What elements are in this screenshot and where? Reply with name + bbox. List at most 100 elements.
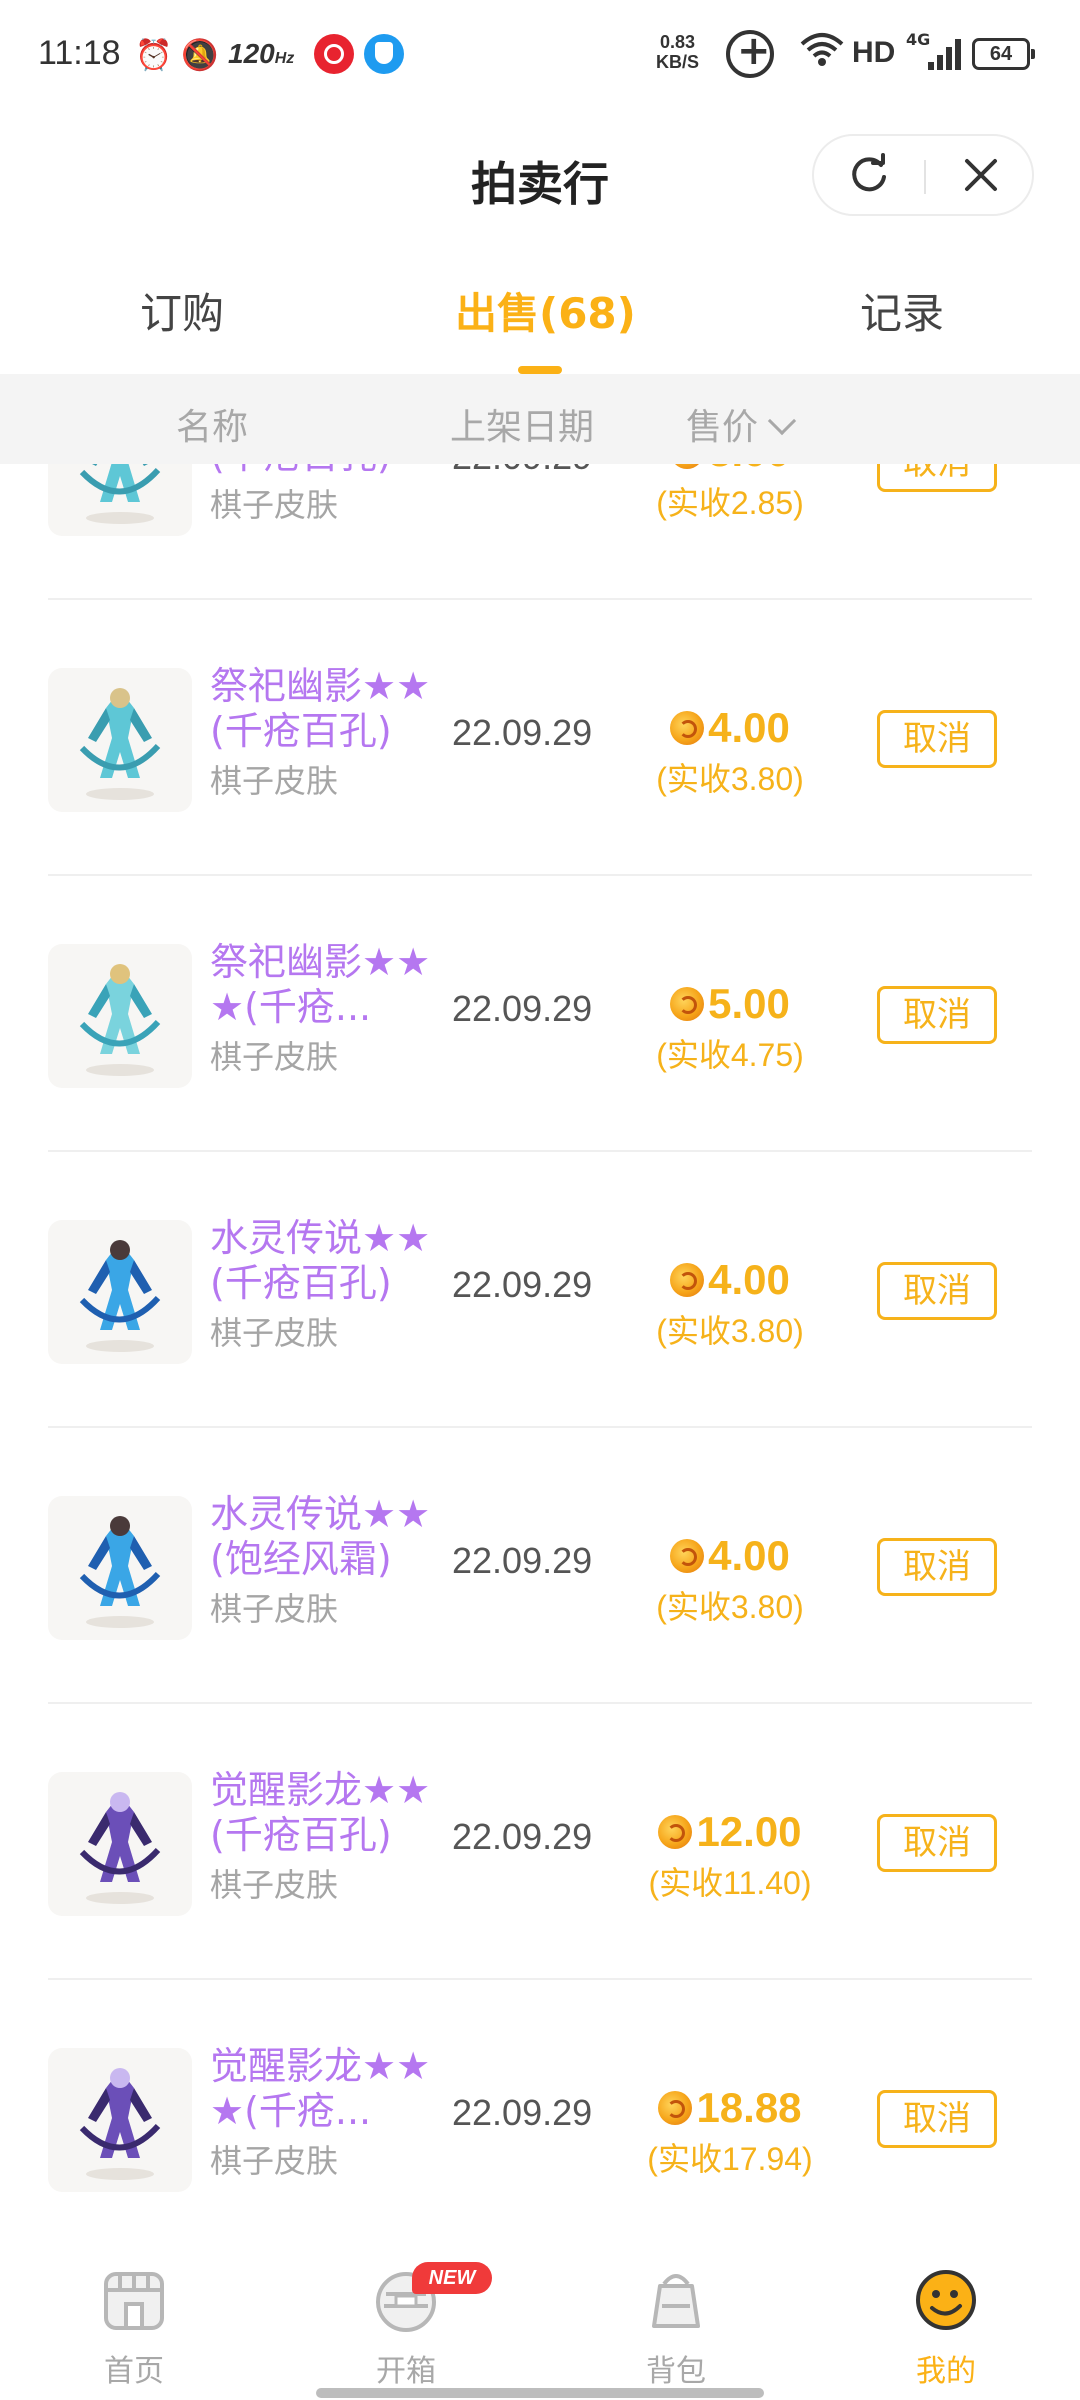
mini-program-capsule	[812, 134, 1034, 216]
cancel-listing-button[interactable]: 取消	[877, 710, 997, 768]
item-thumbnail[interactable]	[48, 1772, 192, 1916]
item-category: 棋子皮肤	[210, 2142, 339, 2180]
item-price-value: 4.00	[708, 1256, 790, 1303]
coin-icon	[670, 987, 705, 1021]
listing-row[interactable]: 祭祀幽影★★(千疮百孔) 棋子皮肤 22.09.29 3.00 (实收2.85) 取消	[0, 464, 1080, 600]
item-name[interactable]: 祭祀幽影★★(千疮百孔)	[210, 464, 446, 478]
item-thumbnail[interactable]	[48, 2048, 192, 2192]
item-thumbnail[interactable]	[48, 1220, 192, 1364]
item-price-block: 4.00 (实收3.80)	[620, 704, 840, 800]
cancel-listing-button[interactable]: 取消	[877, 1262, 997, 1320]
network-type: HD	[852, 36, 896, 69]
column-price-sort[interactable]: 售价	[686, 398, 797, 450]
item-net-amount: (实收4.75)	[656, 1037, 804, 1073]
item-listed-date: 22.09.29	[452, 988, 593, 1029]
item-net-amount: (实收17.94)	[647, 2141, 813, 2177]
item-name[interactable]: 祭祀幽影★★★(千疮...	[210, 940, 446, 1030]
item-thumbnail[interactable]	[48, 464, 192, 536]
item-category: 棋子皮肤	[210, 1590, 339, 1628]
item-category: 棋子皮肤	[210, 1038, 339, 1076]
item-category: 棋子皮肤	[210, 762, 339, 800]
close-button[interactable]	[926, 136, 1036, 214]
item-price-block: 5.00 (实收4.75)	[620, 980, 840, 1076]
tab-order[interactable]: 订购	[140, 280, 224, 341]
coin-icon	[670, 1539, 705, 1573]
listing-row[interactable]: 水灵传说★★(饱经风霜) 棋子皮肤 22.09.29 4.00 (实收3.80) 取消	[0, 1428, 1080, 1704]
coin-icon	[658, 1815, 693, 1849]
item-price-value: 5.00	[708, 980, 790, 1027]
item-price: 4.00	[670, 1256, 790, 1304]
nav-home-label: 首页	[104, 2354, 164, 2389]
network-generation: 4G	[906, 30, 931, 49]
listing-list[interactable]: 祭祀幽影★★(千疮百孔)棋子皮肤22.09.293.00(实收2.85)取消祭祀…	[0, 464, 1080, 2224]
item-net-amount: (实收11.40)	[648, 1865, 812, 1901]
status-time: 11:18	[38, 34, 121, 72]
listing-row[interactable]: 觉醒影龙★★★(千疮... 棋子皮肤 22.09.29 18.88 (实收17.94) 取…	[0, 1980, 1080, 2224]
cancel-listing-button[interactable]: 取消	[877, 2090, 997, 2148]
cancel-listing-button[interactable]: 取消	[877, 464, 997, 492]
item-category: 棋子皮肤	[210, 1866, 339, 1904]
item-price-block: 3.00 (实收2.85)	[620, 464, 840, 524]
item-category: 棋子皮肤	[210, 1314, 339, 1352]
item-category: 棋子皮肤	[210, 486, 339, 524]
nav-open-box-label: 开箱	[376, 2354, 436, 2389]
cancel-listing-button[interactable]: 取消	[877, 1538, 997, 1596]
listing-row[interactable]: 觉醒影龙★★(千疮百孔) 棋子皮肤 22.09.29 12.00 (实收11.40) 取消	[0, 1704, 1080, 1980]
bottom-nav: 首页 开箱 背包 我的	[0, 2224, 1080, 2400]
app-notification-icon	[314, 34, 354, 74]
item-price-value: 4.00	[708, 1532, 790, 1579]
tab-record[interactable]: 记录	[860, 280, 944, 341]
refresh-icon	[852, 153, 886, 192]
item-listed-date: 22.09.29	[452, 1816, 593, 1857]
listing-row[interactable]: 水灵传说★★(千疮百孔) 棋子皮肤 22.09.29 4.00 (实收3.80) 取消	[0, 1152, 1080, 1428]
item-thumbnail[interactable]	[48, 1496, 192, 1640]
listing-row[interactable]: 祭祀幽影★★(千疮百孔) 棋子皮肤 22.09.29 4.00 (实收3.80) 取消	[0, 600, 1080, 876]
coin-icon	[670, 464, 705, 469]
status-bar: 11:18 ⏰ 🔕 120Hz 0.83KB/S HD 4G 64	[0, 0, 1080, 110]
cancel-listing-button[interactable]: 取消	[877, 1814, 997, 1872]
tab-sell[interactable]: 出售(68)	[455, 280, 636, 341]
item-price-value: 4.00	[708, 704, 790, 751]
smiley-icon	[916, 2270, 976, 2330]
tab-bar: 订购 出售(68) 记录	[0, 270, 1080, 374]
alarm-icon: ⏰	[135, 38, 173, 73]
signal-icon	[928, 38, 962, 70]
new-badge: NEW	[412, 2262, 492, 2294]
close-icon	[965, 159, 997, 191]
item-listed-date: 22.09.29	[452, 712, 593, 753]
active-tab-indicator	[518, 366, 562, 374]
cancel-listing-button[interactable]: 取消	[877, 986, 997, 1044]
item-listed-date: 22.09.29	[452, 1540, 593, 1581]
item-thumbnail[interactable]	[48, 668, 192, 812]
item-price-block: 18.88 (实收17.94)	[620, 2084, 840, 2180]
item-name[interactable]: 觉醒影龙★★(千疮百孔)	[210, 1768, 446, 1858]
nav-home[interactable]: 首页	[64, 2264, 204, 2390]
refresh-rate: 120Hz	[228, 38, 295, 69]
item-name[interactable]: 水灵传说★★(饱经风霜)	[210, 1492, 446, 1582]
column-date: 上架日期	[450, 407, 595, 448]
item-name[interactable]: 水灵传说★★(千疮百孔)	[210, 1216, 446, 1306]
gesture-home-bar[interactable]	[316, 2388, 764, 2398]
item-price-value: 12.00	[696, 1808, 802, 1855]
item-name[interactable]: 祭祀幽影★★(千疮百孔)	[210, 664, 446, 754]
item-net-amount: (实收3.80)	[656, 761, 804, 797]
nav-mine-label: 我的	[916, 2354, 976, 2389]
wifi-icon	[800, 30, 844, 79]
item-name[interactable]: 觉醒影龙★★★(千疮...	[210, 2044, 446, 2134]
refresh-button[interactable]	[814, 136, 924, 214]
data-saver-icon	[726, 28, 774, 78]
mute-bell-icon: 🔕	[181, 38, 219, 73]
coin-icon	[670, 711, 705, 745]
item-listed-date: 22.09.29	[452, 1264, 593, 1305]
item-price: 3.00	[670, 464, 790, 476]
item-price-block: 4.00 (实收3.80)	[620, 1256, 840, 1352]
nav-mine[interactable]: 我的	[876, 2264, 1016, 2390]
item-price: 12.00	[658, 1808, 802, 1856]
listing-row[interactable]: 祭祀幽影★★★(千疮... 棋子皮肤 22.09.29 5.00 (实收4.75) 取消	[0, 876, 1080, 1152]
nav-backpack[interactable]: 背包	[606, 2264, 746, 2390]
item-price: 5.00	[670, 980, 790, 1028]
column-header-bar: 名称 上架日期 售价	[0, 374, 1080, 464]
item-price-value: 3.00	[708, 464, 790, 476]
item-price: 18.88	[658, 2084, 802, 2132]
item-thumbnail[interactable]	[48, 944, 192, 1088]
